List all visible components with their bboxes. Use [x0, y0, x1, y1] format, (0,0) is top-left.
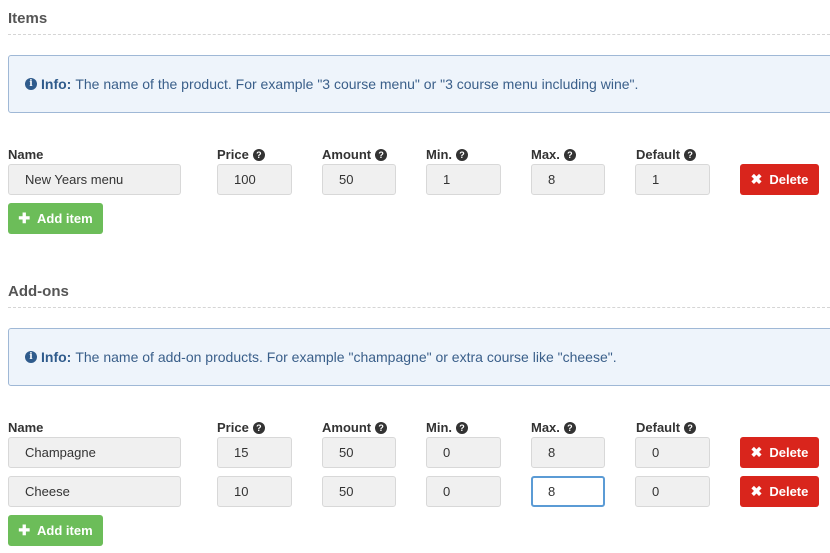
- items-col-default: Default?: [636, 147, 697, 162]
- help-icon[interactable]: ?: [375, 148, 388, 161]
- addons-info-box: i Info: The name of add-on products. For…: [8, 328, 830, 386]
- item-delete-button[interactable]: ✖ Delete: [740, 164, 819, 195]
- times-icon: ✖: [750, 171, 763, 187]
- help-icon[interactable]: ?: [684, 148, 697, 161]
- item-name-input[interactable]: [8, 164, 181, 195]
- addons-col-amount: Amount?: [322, 420, 388, 435]
- addons-section-title: Add-ons: [8, 283, 69, 300]
- items-info-text: The name of the product. For example "3 …: [75, 76, 639, 92]
- times-icon: ✖: [750, 444, 763, 460]
- item-price-input[interactable]: [217, 164, 292, 195]
- help-icon[interactable]: ?: [563, 421, 576, 434]
- addon-amount-input[interactable]: [322, 476, 396, 507]
- addon-delete-button[interactable]: ✖ Delete: [740, 476, 819, 507]
- items-divider: [8, 34, 830, 35]
- item-amount-input[interactable]: [322, 164, 396, 195]
- info-icon: i: [25, 351, 37, 363]
- addon-amount-input[interactable]: [322, 437, 396, 468]
- addon-delete-button[interactable]: ✖ Delete: [740, 437, 819, 468]
- addon-max-input[interactable]: [531, 437, 605, 468]
- addon-min-input[interactable]: [426, 437, 501, 468]
- help-icon[interactable]: ?: [252, 421, 265, 434]
- help-icon[interactable]: ?: [456, 148, 468, 161]
- help-icon[interactable]: ?: [252, 148, 265, 161]
- help-icon[interactable]: ?: [563, 148, 576, 161]
- help-icon[interactable]: ?: [684, 421, 697, 434]
- help-icon[interactable]: ?: [375, 421, 388, 434]
- addons-col-max: Max.?: [531, 420, 576, 435]
- item-default-input[interactable]: [635, 164, 710, 195]
- plus-icon: ✚: [18, 522, 31, 538]
- plus-icon: ✚: [18, 210, 31, 226]
- add-addon-button[interactable]: ✚ Add item: [8, 515, 103, 546]
- addon-name-input[interactable]: [8, 437, 181, 468]
- addons-col-default: Default?: [636, 420, 697, 435]
- addon-default-input[interactable]: [635, 476, 710, 507]
- items-info-label: Info:: [41, 76, 72, 92]
- items-col-min: Min.?: [426, 147, 468, 162]
- times-icon: ✖: [750, 483, 763, 499]
- addons-info-text: The name of add-on products. For example…: [75, 349, 617, 365]
- addon-min-input[interactable]: [426, 476, 501, 507]
- addons-info-label: Info:: [41, 349, 72, 365]
- items-col-price: Price?: [217, 147, 265, 162]
- addons-col-price: Price?: [217, 420, 265, 435]
- items-col-amount: Amount?: [322, 147, 388, 162]
- addon-default-input[interactable]: [635, 437, 710, 468]
- items-col-max: Max.?: [531, 147, 576, 162]
- items-section-title: Items: [8, 10, 48, 27]
- addons-col-name: Name: [8, 420, 44, 435]
- item-max-input[interactable]: [531, 164, 605, 195]
- add-item-button[interactable]: ✚ Add item: [8, 203, 103, 234]
- item-min-input[interactable]: [426, 164, 501, 195]
- addons-divider: [8, 307, 830, 308]
- items-info-box: i Info: The name of the product. For exa…: [8, 55, 830, 113]
- items-col-name: Name: [8, 147, 44, 162]
- info-icon: i: [25, 78, 37, 90]
- addon-price-input[interactable]: [217, 476, 292, 507]
- help-icon[interactable]: ?: [456, 421, 468, 434]
- addon-max-input[interactable]: [531, 476, 605, 507]
- addon-name-input[interactable]: [8, 476, 181, 507]
- addons-col-min: Min.?: [426, 420, 468, 435]
- addon-price-input[interactable]: [217, 437, 292, 468]
